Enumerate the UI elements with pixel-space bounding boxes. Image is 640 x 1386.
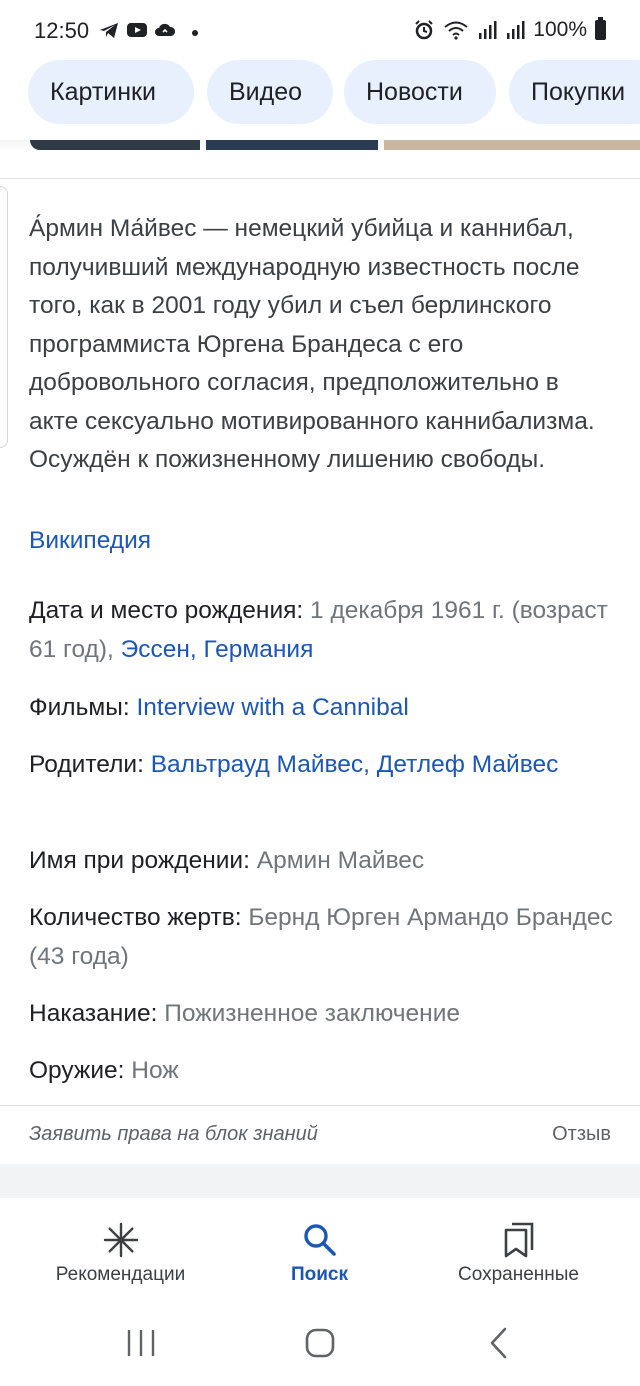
status-right: 100%: [413, 17, 606, 42]
system-navigation-bar: [0, 1302, 640, 1386]
search-filter-chips: Картинки Видео Новости Покупки: [0, 60, 640, 124]
signal-icon: [507, 21, 525, 39]
nav-search[interactable]: Поиск: [213, 1198, 426, 1302]
divider: [0, 178, 640, 179]
chip-video[interactable]: Видео: [207, 60, 333, 124]
youtube-icon: [127, 23, 147, 37]
side-edge-marker: [0, 186, 8, 448]
fact-value: Армин Майвес: [256, 847, 425, 874]
fact-weapon: Оружие: Нож: [29, 1052, 614, 1091]
alarm-icon: [415, 20, 433, 40]
fact-birth-name: Имя при рождении: Армин Майвес: [29, 842, 614, 881]
wikipedia-link[interactable]: Википедия: [29, 522, 151, 560]
back-icon[interactable]: [477, 1320, 523, 1366]
notification-dot: [192, 30, 198, 36]
nav-label: Поиск: [290, 1264, 349, 1285]
fact-label: Родители:: [29, 751, 144, 778]
fact-label: Имя при рождении:: [29, 847, 250, 874]
fact-films: Фильмы: Interview with a Cannibal: [29, 689, 614, 728]
claim-knowledge-panel-link[interactable]: Заявить права на блок знаний: [29, 1123, 318, 1146]
signal-icon: [479, 21, 497, 39]
fact-label: Наказание:: [29, 1000, 158, 1027]
fact-label: Фильмы:: [29, 694, 130, 721]
fact-label: Оружие:: [29, 1057, 125, 1084]
nav-label: Рекомендации: [55, 1264, 186, 1285]
carousel-image[interactable]: [30, 140, 200, 150]
chip-shopping[interactable]: Покупки: [509, 60, 640, 124]
fact-victims: Количество жертв: Бернд Юрген Армандо Бр…: [29, 899, 614, 976]
knowledge-description: А́рмин Ма́йвес — немецкий убийца и канни…: [29, 215, 595, 473]
battery-percent: 100%: [533, 18, 587, 41]
carousel-image[interactable]: [206, 140, 378, 150]
recent-apps-icon[interactable]: [118, 1320, 164, 1366]
fact-birth: Дата и место рождения: 1 декабря 1961 г.…: [29, 592, 614, 669]
fact-label: Дата и место рождения:: [29, 597, 304, 624]
fact-parents: Родители: Вальтрауд Майвес, Детлеф Майве…: [29, 746, 614, 785]
fact-link[interactable]: Interview with a Cannibal: [136, 694, 408, 721]
feedback-link[interactable]: Отзыв: [552, 1123, 611, 1146]
nav-label: Сохраненные: [458, 1264, 579, 1285]
status-left-icons: [98, 20, 176, 40]
telegram-icon: [100, 23, 118, 38]
wifi-icon: [444, 21, 468, 40]
chip-images[interactable]: Картинки: [28, 60, 194, 124]
fact-value: Нож: [131, 1057, 179, 1084]
nav-discover[interactable]: Рекомендации: [14, 1198, 227, 1302]
nav-saved[interactable]: Сохраненные: [412, 1198, 625, 1302]
cloud-icon: [155, 23, 176, 36]
bottom-navigation: Рекомендации Поиск Сохраненные: [0, 1198, 640, 1302]
fact-punishment: Наказание: Пожизненное заключение: [29, 995, 614, 1034]
status-time: 12:50: [34, 18, 90, 43]
fact-value: Пожизненное заключение: [164, 1000, 461, 1027]
divider: [0, 1105, 640, 1106]
fact-link[interactable]: Эссен, Германия: [121, 636, 314, 663]
chip-news[interactable]: Новости: [344, 60, 496, 124]
fact-label: Количество жертв:: [29, 904, 242, 931]
fact-link[interactable]: Вальтрауд Майвес, Детлеф Майвес: [151, 751, 559, 778]
carousel-image[interactable]: [384, 140, 640, 150]
image-carousel-strip[interactable]: [0, 140, 640, 152]
battery-icon: [595, 17, 606, 40]
asterisk-icon: [103, 1222, 138, 1258]
home-icon[interactable]: [297, 1320, 343, 1366]
section-separator: [0, 1164, 640, 1198]
bookmarks-icon: [504, 1222, 533, 1258]
search-icon: [303, 1224, 336, 1256]
status-bar: 12:50 100%: [0, 0, 640, 64]
